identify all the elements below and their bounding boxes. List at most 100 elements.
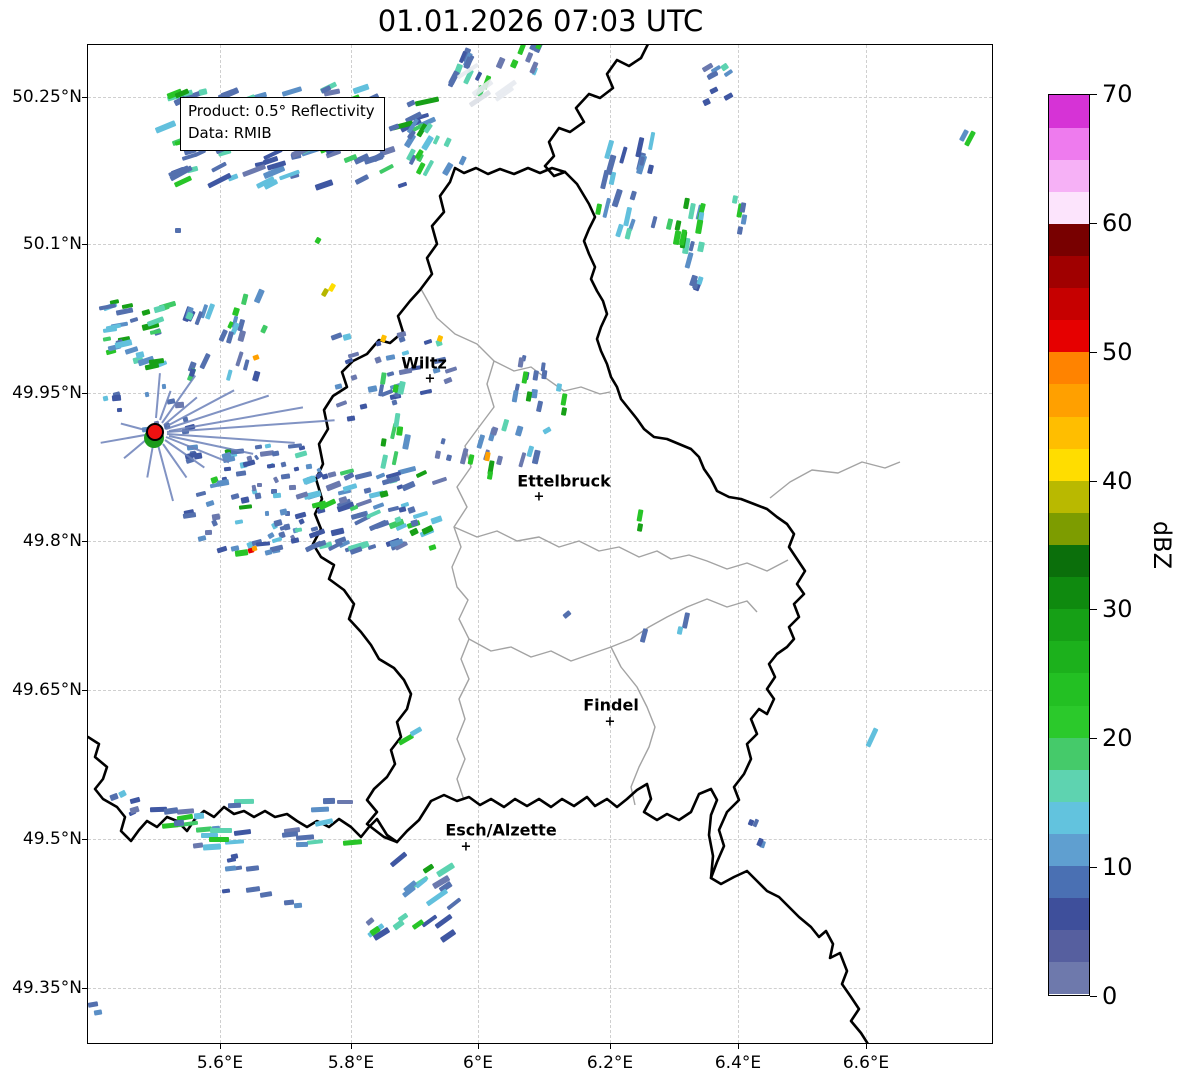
- colorbar-tick-label: 10: [1102, 853, 1133, 882]
- radar-echo: [323, 797, 336, 805]
- colorbar-tick-label: 60: [1102, 208, 1133, 237]
- radar-echo: [224, 865, 237, 871]
- colorbar-segment: [1049, 351, 1089, 385]
- y-axis-tick-mark: [82, 541, 87, 542]
- radar-echo: [265, 511, 270, 517]
- y-axis-tick-mark: [82, 988, 87, 989]
- colorbar-segment: [1049, 801, 1089, 834]
- page-title: 01.01.2026 07:03 UTC: [377, 4, 704, 38]
- colorbar-segment: [1049, 608, 1089, 642]
- product-info-line1: Product: 0.5° Reflectivity: [188, 102, 375, 120]
- colorbar-segment: [1049, 319, 1089, 353]
- radar-echo: [283, 899, 295, 906]
- x-axis-tick-mark: [610, 1044, 611, 1049]
- colorbar-segment: [1049, 191, 1089, 224]
- radar-echo: [266, 463, 275, 469]
- y-axis-tick-label: 49.65°N: [12, 680, 82, 700]
- y-axis-tick-mark: [82, 839, 87, 840]
- radar-echo: [144, 391, 150, 398]
- colorbar-segment: [1049, 223, 1089, 257]
- colorbar: [1048, 94, 1090, 996]
- colorbar-segment: [1049, 480, 1089, 513]
- radar-echo: [176, 807, 194, 814]
- city-label: Ettelbruck: [517, 471, 611, 491]
- radar-echo: [209, 837, 229, 842]
- colorbar-segment: [1049, 287, 1089, 321]
- colorbar-segment: [1049, 865, 1089, 899]
- colorbar-tick-label: 0: [1102, 982, 1118, 1010]
- y-axis-tick-label: 49.95°N: [12, 383, 82, 403]
- radar-echo: [161, 383, 167, 390]
- x-axis-tick-label: 5.8°E: [327, 1053, 375, 1073]
- colorbar-tick-label: 50: [1102, 337, 1133, 366]
- colorbar-segment: [1049, 929, 1089, 963]
- y-axis-tick-label: 49.5°N: [22, 829, 82, 849]
- colorbar-segment: [1049, 383, 1089, 417]
- x-axis-tick-label: 6.4°E: [714, 1053, 762, 1073]
- radar-echo: [193, 812, 205, 820]
- y-axis-tick-label: 50.25°N: [12, 87, 82, 107]
- x-axis-tick-mark: [866, 1044, 867, 1049]
- country-borders: [88, 45, 901, 1043]
- radar-echo: [210, 828, 232, 833]
- colorbar-segment: [1049, 255, 1089, 289]
- colorbar-segment: [1049, 833, 1089, 867]
- y-axis-tick-mark: [82, 244, 87, 245]
- radar-echo: [336, 799, 353, 805]
- colorbar-segment: [1049, 705, 1089, 738]
- product-info-line2: Data: RMIB: [188, 123, 272, 142]
- colorbar-tick-label: 20: [1102, 724, 1133, 753]
- x-axis-tick-label: 6.2°E: [586, 1053, 634, 1073]
- x-axis-tick-mark: [478, 1044, 479, 1049]
- colorbar-segment: [1049, 159, 1089, 192]
- city-label: Wiltz: [401, 353, 447, 373]
- radar-echo: [236, 469, 247, 476]
- colorbar-tick-label: 30: [1102, 595, 1133, 624]
- colorbar-segment: [1049, 576, 1089, 610]
- colorbar-tick-mark: [1090, 609, 1097, 611]
- y-axis-tick-mark: [82, 690, 87, 691]
- colorbar-axis-label: dBZ: [1148, 520, 1177, 570]
- colorbar-tick-mark: [1090, 351, 1097, 353]
- colorbar-segment: [1049, 127, 1089, 160]
- city-marker: +: [460, 839, 472, 855]
- radar-echo: [257, 483, 262, 488]
- colorbar-segment: [1049, 544, 1089, 578]
- x-axis-tick-mark: [351, 1044, 352, 1049]
- city-marker: +: [533, 489, 545, 505]
- x-axis-tick-label: 6°E: [462, 1053, 494, 1073]
- city-label: Esch/Alzette: [445, 820, 557, 840]
- x-axis-tick-mark: [220, 1044, 221, 1049]
- colorbar-tick-mark: [1090, 996, 1097, 997]
- radar-echo: [272, 492, 282, 499]
- y-axis-tick-label: 49.8°N: [22, 531, 82, 551]
- radar-echo: [293, 902, 303, 909]
- colorbar-segment: [1049, 95, 1089, 128]
- colorbar-segment: [1049, 769, 1089, 802]
- radar-echo: [540, 369, 548, 380]
- colorbar-tick-label: 70: [1102, 80, 1133, 108]
- city-marker: +: [604, 714, 616, 730]
- y-axis-tick-mark: [82, 97, 87, 98]
- product-info-box: Product: 0.5° Reflectivity Data: RMIB: [180, 97, 385, 151]
- city-marker: +: [424, 371, 436, 387]
- y-axis-tick-mark: [82, 393, 87, 394]
- colorbar-segment: [1049, 448, 1089, 481]
- radar-site-dot: [146, 423, 164, 441]
- colorbar-tick-mark: [1090, 480, 1097, 482]
- colorbar-segment: [1049, 672, 1089, 706]
- colorbar-segment: [1049, 640, 1089, 674]
- colorbar-tick-mark: [1090, 222, 1097, 224]
- national-borders: [88, 45, 869, 1043]
- radar-echo: [204, 529, 213, 535]
- district-borders: [420, 288, 901, 806]
- radar-echo: [264, 548, 273, 556]
- radar-echo: [288, 484, 297, 491]
- radar-echo: [295, 841, 309, 847]
- colorbar-segment: [1049, 897, 1089, 931]
- radar-echo: [175, 228, 181, 233]
- x-axis-tick-mark: [738, 1044, 739, 1049]
- colorbar-segment: [1049, 416, 1089, 449]
- y-axis-tick-label: 49.35°N: [12, 978, 82, 998]
- colorbar-tick-mark: [1090, 738, 1097, 740]
